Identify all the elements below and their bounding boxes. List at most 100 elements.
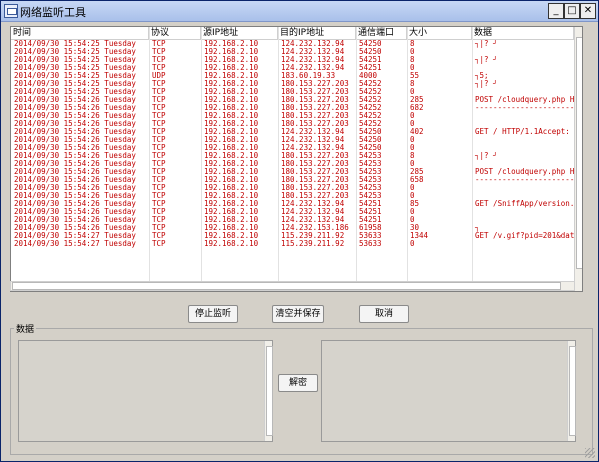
decoded-data-textarea[interactable] <box>321 340 576 442</box>
table-row[interactable]: 2014/09/30 15:54:26 Tuesday TCP 192.168.2.… <box>11 224 574 232</box>
cell-time: 2014/09/30 15:54:26 Tuesday <box>14 112 136 120</box>
cell-size: 30 <box>410 224 420 232</box>
table-row[interactable]: 2014/09/30 15:54:27 Tuesday TCP 192.168.2.… <box>11 232 574 240</box>
cell-data: GET / HTTP/1.1Accept: */ <box>475 128 574 136</box>
table-row[interactable]: 2014/09/30 15:54:26 Tuesday TCP 192.168.2.… <box>11 192 574 200</box>
table-row[interactable]: 2014/09/30 15:54:25 Tuesday TCP 192.168.2.… <box>11 88 574 96</box>
column-header-dest-ip[interactable]: 目的IP地址 <box>278 27 356 39</box>
table-row[interactable]: 2014/09/30 15:54:26 Tuesday TCP 192.168.2.… <box>11 168 574 176</box>
maximize-icon[interactable]: □ <box>564 3 580 19</box>
cell-data: ┐|? ┘ <box>475 56 498 64</box>
cell-source-ip: 192.168.2.10 <box>204 184 259 192</box>
cell-dest-ip: 180.153.227.203 <box>281 184 349 192</box>
cell-time: 2014/09/30 15:54:26 Tuesday <box>14 224 136 232</box>
table-row[interactable]: 2014/09/30 15:54:26 Tuesday TCP 192.168.2.… <box>11 152 574 160</box>
table-row[interactable]: 2014/09/30 15:54:25 Tuesday TCP 192.168.2.… <box>11 48 574 56</box>
cell-port: 53633 <box>359 232 382 240</box>
cell-port: 54253 <box>359 152 382 160</box>
table-horizontal-scroll-thumb[interactable] <box>12 282 561 290</box>
close-icon[interactable]: ✕ <box>580 3 596 19</box>
cell-size: 1344 <box>410 232 429 240</box>
cell-port: 54252 <box>359 104 382 112</box>
cell-dest-ip: 180.153.227.203 <box>281 168 349 176</box>
raw-data-textarea[interactable] <box>18 340 273 442</box>
cell-source-ip: 192.168.2.10 <box>204 136 259 144</box>
clear-and-save-button[interactable]: 清空并保存 <box>272 305 324 323</box>
cell-dest-ip: 124.232.132.94 <box>281 40 345 48</box>
column-header-time[interactable]: 时间 <box>11 27 149 39</box>
column-header-protocol[interactable]: 协议 <box>149 27 201 39</box>
cell-time: 2014/09/30 15:54:26 Tuesday <box>14 136 136 144</box>
table-row[interactable]: 2014/09/30 15:54:26 Tuesday TCP 192.168.2.… <box>11 96 574 104</box>
cell-protocol: TCP <box>152 176 166 184</box>
table-row[interactable]: 2014/09/30 15:54:25 Tuesday TCP 192.168.2.… <box>11 80 574 88</box>
packet-table[interactable]: 时间 协议 源IP地址 目的IP地址 通信端口 大小 数据 2014/09/30… <box>10 26 583 292</box>
cell-protocol: TCP <box>152 216 166 224</box>
cell-source-ip: 192.168.2.10 <box>204 88 259 96</box>
decode-button[interactable]: 解密 <box>278 374 318 392</box>
table-row[interactable]: 2014/09/30 15:54:25 Tuesday TCP 192.168.2.… <box>11 40 574 48</box>
cell-protocol: TCP <box>152 144 166 152</box>
cell-dest-ip: 124.232.132.94 <box>281 144 345 152</box>
cell-time: 2014/09/30 15:54:26 Tuesday <box>14 200 136 208</box>
table-vertical-scrollbar[interactable] <box>574 27 582 291</box>
cell-port: 54250 <box>359 136 382 144</box>
cell-source-ip: 192.168.2.10 <box>204 72 259 80</box>
cell-dest-ip: 180.153.227.203 <box>281 120 349 128</box>
table-row[interactable]: 2014/09/30 15:54:25 Tuesday TCP 192.168.2.… <box>11 64 574 72</box>
table-row[interactable]: 2014/09/30 15:54:26 Tuesday TCP 192.168.2.… <box>11 184 574 192</box>
decoded-data-scrollbar[interactable] <box>567 341 576 441</box>
table-row[interactable]: 2014/09/30 15:54:26 Tuesday TCP 192.168.2.… <box>11 128 574 136</box>
table-row[interactable]: 2014/09/30 15:54:26 Tuesday TCP 192.168.2.… <box>11 200 574 208</box>
cell-source-ip: 192.168.2.10 <box>204 96 259 104</box>
cell-protocol: TCP <box>152 240 166 248</box>
table-row[interactable]: 2014/09/30 15:54:26 Tuesday TCP 192.168.2.… <box>11 176 574 184</box>
table-row[interactable]: 2014/09/30 15:54:26 Tuesday TCP 192.168.2.… <box>11 208 574 216</box>
table-row[interactable]: 2014/09/30 15:54:26 Tuesday TCP 192.168.2.… <box>11 120 574 128</box>
cell-source-ip: 192.168.2.10 <box>204 192 259 200</box>
minimize-icon[interactable]: _ <box>548 3 564 19</box>
stop-listening-button[interactable]: 停止监听 <box>188 305 238 323</box>
table-row[interactable]: 2014/09/30 15:54:26 Tuesday TCP 192.168.2.… <box>11 136 574 144</box>
column-header-size[interactable]: 大小 <box>407 27 472 39</box>
table-row[interactable]: 2014/09/30 15:54:27 Tuesday TCP 192.168.2.… <box>11 240 574 248</box>
table-row[interactable]: 2014/09/30 15:54:26 Tuesday TCP 192.168.2.… <box>11 160 574 168</box>
cell-time: 2014/09/30 15:54:26 Tuesday <box>14 192 136 200</box>
cell-protocol: UDP <box>152 72 166 80</box>
cell-data: ┐ <box>475 224 480 232</box>
cell-port: 54250 <box>359 128 382 136</box>
cell-data <box>472 160 574 168</box>
raw-data-scrollbar[interactable] <box>264 341 273 441</box>
cell-dest-ip: 124.232.132.94 <box>281 136 345 144</box>
table-row[interactable]: 2014/09/30 15:54:26 Tuesday TCP 192.168.2.… <box>11 144 574 152</box>
cell-port: 54253 <box>359 192 382 200</box>
cell-port: 61958 <box>359 224 382 232</box>
title-bar[interactable]: 网络监听工具 _ □ ✕ <box>1 1 598 22</box>
cancel-button[interactable]: 取消 <box>359 305 409 323</box>
column-header-source-ip[interactable]: 源IP地址 <box>201 27 278 39</box>
cell-data <box>472 120 574 128</box>
cell-dest-ip: 124.232.132.94 <box>281 208 345 216</box>
cell-protocol: TCP <box>152 152 166 160</box>
table-row[interactable]: 2014/09/30 15:54:26 Tuesday TCP 192.168.2.… <box>11 216 574 224</box>
cell-port: 54251 <box>359 216 382 224</box>
resize-grip-icon[interactable] <box>585 448 595 458</box>
table-row[interactable]: 2014/09/30 15:54:25 Tuesday UDP 192.168.2.… <box>11 72 574 80</box>
cell-data: ┐|? ┘ <box>475 40 498 48</box>
table-row[interactable]: 2014/09/30 15:54:25 Tuesday TCP 192.168.2.… <box>11 56 574 64</box>
cell-protocol: TCP <box>152 192 166 200</box>
cell-port: 54252 <box>359 88 382 96</box>
cell-source-ip: 192.168.2.10 <box>204 56 259 64</box>
cell-time: 2014/09/30 15:54:27 Tuesday <box>14 240 136 248</box>
cell-time: 2014/09/30 15:54:25 Tuesday <box>14 40 136 48</box>
cell-protocol: TCP <box>152 168 166 176</box>
column-header-data[interactable]: 数据 <box>472 27 574 39</box>
column-header-port[interactable]: 通信端口 <box>356 27 407 39</box>
cell-source-ip: 192.168.2.10 <box>204 104 259 112</box>
cell-dest-ip: 180.153.227.203 <box>281 96 349 104</box>
cell-port: 54250 <box>359 48 382 56</box>
cell-size: 0 <box>410 136 415 144</box>
cell-size: 285 <box>410 168 424 176</box>
table-row[interactable]: 2014/09/30 15:54:26 Tuesday TCP 192.168.2.… <box>11 104 574 112</box>
table-row[interactable]: 2014/09/30 15:54:26 Tuesday TCP 192.168.2.… <box>11 112 574 120</box>
